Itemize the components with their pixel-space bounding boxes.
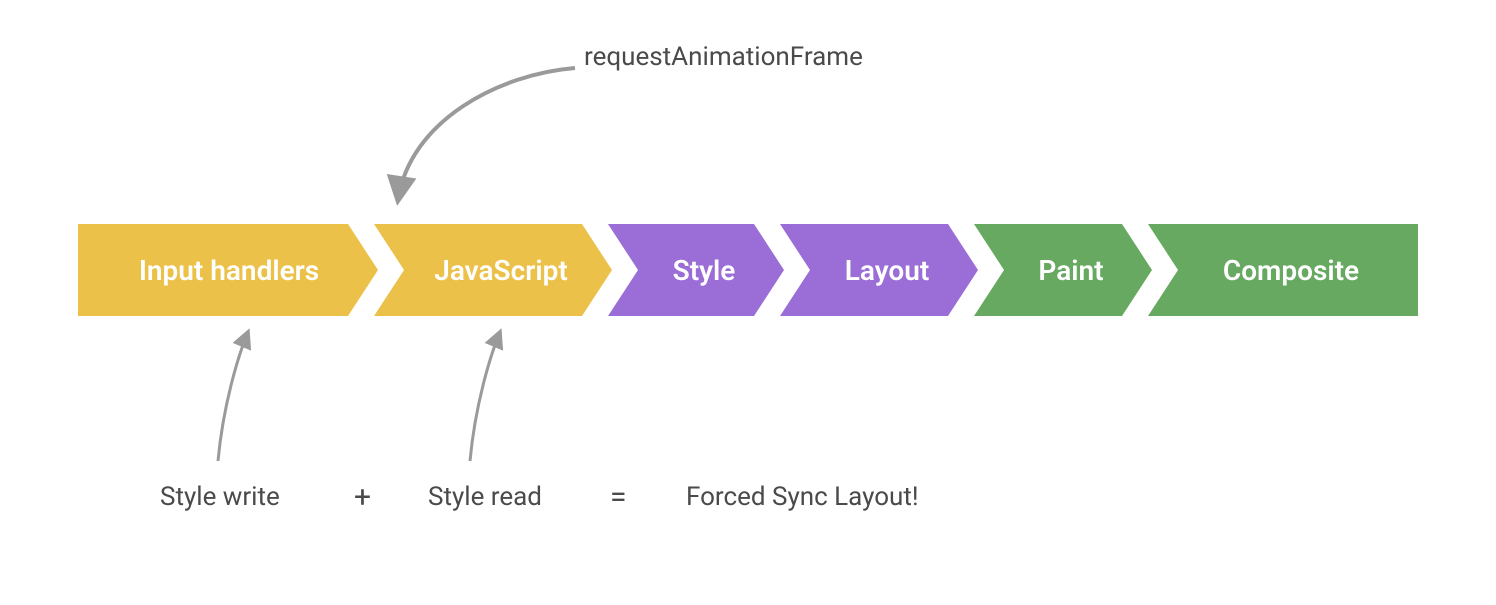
stage-style: Style xyxy=(608,224,784,316)
arrow-top-icon xyxy=(380,60,590,220)
arrow-bottom-left-icon xyxy=(208,326,288,466)
stage-label: JavaScript xyxy=(434,254,568,287)
stage-label: Layout xyxy=(845,254,930,287)
arrow-bottom-right-icon xyxy=(460,326,540,466)
label-style-write: Style write xyxy=(160,482,280,512)
label-forced-sync-layout: Forced Sync Layout! xyxy=(686,482,919,512)
stage-layout: Layout xyxy=(780,224,978,316)
diagram-canvas: requestAnimationFrame Input handlers Java… xyxy=(0,0,1496,605)
label-equals: = xyxy=(610,480,626,515)
stage-javascript: JavaScript xyxy=(374,224,612,316)
stage-paint: Paint xyxy=(974,224,1152,316)
stage-composite: Composite xyxy=(1148,224,1418,316)
stage-input-handlers: Input handlers xyxy=(78,224,378,316)
stage-label: Style xyxy=(673,254,736,287)
label-plus: + xyxy=(354,480,371,515)
stage-label: Paint xyxy=(1038,254,1103,287)
label-style-read: Style read xyxy=(428,482,542,512)
stage-label: Composite xyxy=(1223,254,1359,287)
label-request-animation-frame: requestAnimationFrame xyxy=(584,42,863,72)
stage-label: Input handlers xyxy=(139,254,319,287)
